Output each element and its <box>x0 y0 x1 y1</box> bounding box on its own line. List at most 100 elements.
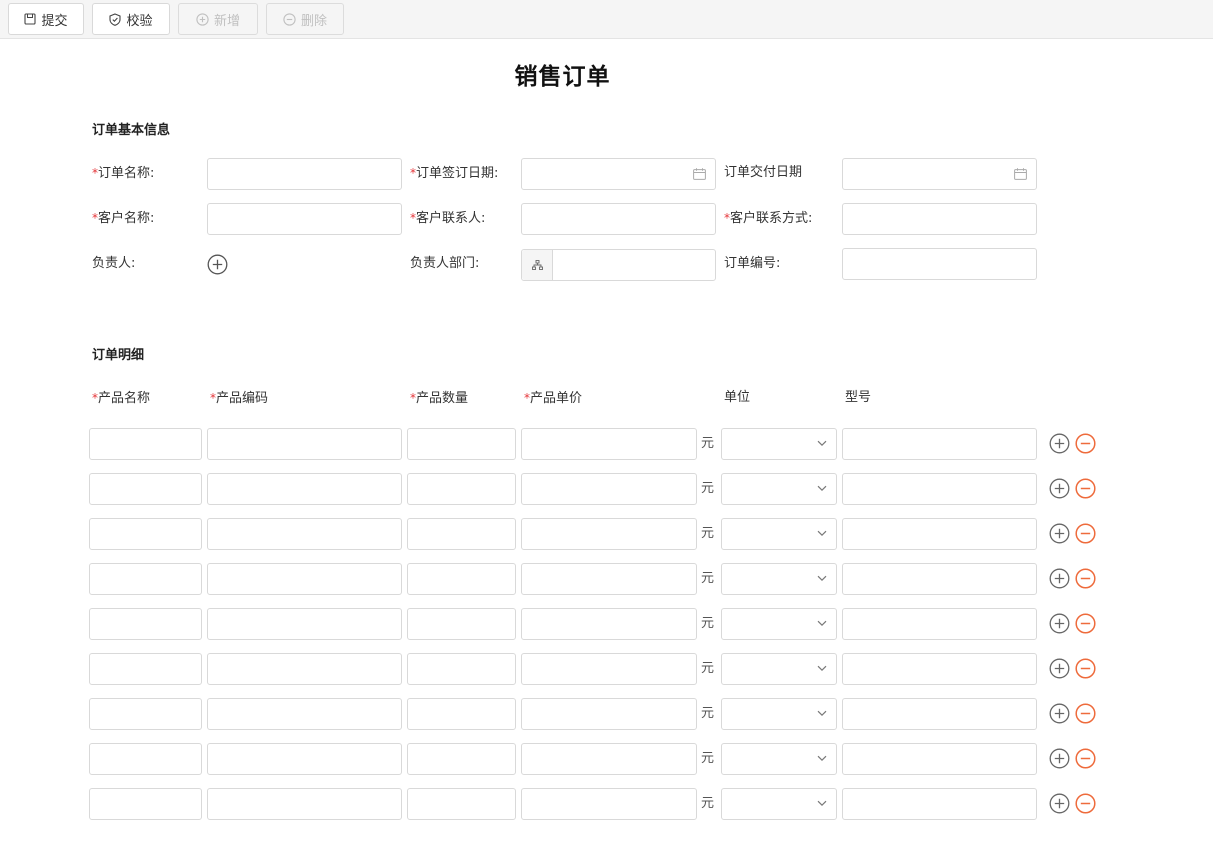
unit-select[interactable] <box>721 608 837 640</box>
quantity-input[interactable] <box>407 698 516 730</box>
add-row-icon[interactable] <box>1049 523 1070 544</box>
submit-button[interactable]: 提交 <box>8 3 84 35</box>
unit-price-input[interactable] <box>521 653 697 685</box>
chevron-down-icon <box>817 530 827 537</box>
quantity-input[interactable] <box>407 608 516 640</box>
model-input[interactable] <box>842 653 1037 685</box>
add-row-icon[interactable] <box>1049 748 1070 769</box>
delete-button[interactable]: 删除 <box>266 3 344 35</box>
product-name-input[interactable] <box>89 518 202 550</box>
unit-select[interactable] <box>721 788 837 820</box>
verify-button[interactable]: 校验 <box>92 3 170 35</box>
add-row-icon[interactable] <box>1049 703 1070 724</box>
product-name-input[interactable] <box>89 698 202 730</box>
add-row-icon[interactable] <box>1049 793 1070 814</box>
quantity-input[interactable] <box>407 428 516 460</box>
quantity-input[interactable] <box>407 653 516 685</box>
unit-select[interactable] <box>721 743 837 775</box>
add-row-icon[interactable] <box>1049 568 1070 589</box>
quantity-input[interactable] <box>407 473 516 505</box>
product-code-input[interactable] <box>207 608 402 640</box>
product-code-input[interactable] <box>207 788 402 820</box>
currency-label: 元 <box>701 706 715 721</box>
delivery-date-picker[interactable] <box>842 158 1037 190</box>
org-chart-icon[interactable] <box>522 250 553 280</box>
product-code-input[interactable] <box>207 653 402 685</box>
order-no-input[interactable] <box>842 248 1037 280</box>
remove-row-icon[interactable] <box>1075 748 1096 769</box>
remove-row-icon[interactable] <box>1075 568 1096 589</box>
currency-label: 元 <box>701 616 715 631</box>
customer-contact-input[interactable] <box>521 203 716 235</box>
product-name-input[interactable] <box>89 608 202 640</box>
remove-row-icon[interactable] <box>1075 433 1096 454</box>
unit-select[interactable] <box>721 518 837 550</box>
model-input[interactable] <box>842 428 1037 460</box>
remove-row-icon[interactable] <box>1075 478 1096 499</box>
delivery-date-label: 订单交付日期 <box>724 165 803 180</box>
col-unit-price: *产品单价 <box>524 391 583 406</box>
product-name-input[interactable] <box>89 428 202 460</box>
model-input[interactable] <box>842 518 1037 550</box>
chevron-down-icon <box>817 440 827 447</box>
basic-info-heading: 订单基本信息 <box>92 123 171 138</box>
order-name-label: *订单名称: <box>92 166 155 181</box>
quantity-input[interactable] <box>407 788 516 820</box>
remove-row-icon[interactable] <box>1075 658 1096 679</box>
model-input[interactable] <box>842 473 1037 505</box>
unit-price-input[interactable] <box>521 428 697 460</box>
remove-row-icon[interactable] <box>1075 613 1096 634</box>
col-product-code: *产品编码 <box>210 391 269 406</box>
product-code-input[interactable] <box>207 698 402 730</box>
unit-price-input[interactable] <box>521 608 697 640</box>
sign-date-label: *订单签订日期: <box>410 166 499 181</box>
model-input[interactable] <box>842 743 1037 775</box>
customer-name-input[interactable] <box>207 203 402 235</box>
customer-phone-input[interactable] <box>842 203 1037 235</box>
product-name-input[interactable] <box>89 563 202 595</box>
model-input[interactable] <box>842 788 1037 820</box>
verify-label: 校验 <box>126 13 153 29</box>
add-row-icon[interactable] <box>1049 613 1070 634</box>
product-name-input[interactable] <box>89 473 202 505</box>
quantity-input[interactable] <box>407 563 516 595</box>
product-code-input[interactable] <box>207 518 402 550</box>
quantity-input[interactable] <box>407 743 516 775</box>
remove-row-icon[interactable] <box>1075 793 1096 814</box>
add-button[interactable]: 新增 <box>178 3 258 35</box>
unit-select[interactable] <box>721 653 837 685</box>
owner-dept-input[interactable] <box>521 249 716 281</box>
quantity-input[interactable] <box>407 518 516 550</box>
product-name-input[interactable] <box>89 653 202 685</box>
product-code-input[interactable] <box>207 743 402 775</box>
unit-price-input[interactable] <box>521 743 697 775</box>
chevron-down-icon <box>817 620 827 627</box>
sign-date-picker[interactable] <box>521 158 716 190</box>
remove-row-icon[interactable] <box>1075 703 1096 724</box>
unit-select[interactable] <box>721 473 837 505</box>
unit-price-input[interactable] <box>521 518 697 550</box>
unit-price-input[interactable] <box>521 473 697 505</box>
add-row-icon[interactable] <box>1049 478 1070 499</box>
product-name-input[interactable] <box>89 743 202 775</box>
unit-select[interactable] <box>721 563 837 595</box>
product-code-input[interactable] <box>207 473 402 505</box>
order-name-input[interactable] <box>207 158 402 190</box>
product-code-input[interactable] <box>207 428 402 460</box>
model-input[interactable] <box>842 608 1037 640</box>
add-row-icon[interactable] <box>1049 433 1070 454</box>
product-name-input[interactable] <box>89 788 202 820</box>
remove-row-icon[interactable] <box>1075 523 1096 544</box>
product-code-input[interactable] <box>207 563 402 595</box>
model-input[interactable] <box>842 563 1037 595</box>
unit-select[interactable] <box>721 698 837 730</box>
unit-select[interactable] <box>721 428 837 460</box>
model-input[interactable] <box>842 698 1037 730</box>
currency-label: 元 <box>701 436 715 451</box>
col-unit: 单位 <box>724 390 751 405</box>
unit-price-input[interactable] <box>521 563 697 595</box>
unit-price-input[interactable] <box>521 698 697 730</box>
add-owner-icon[interactable] <box>207 254 228 275</box>
unit-price-input[interactable] <box>521 788 697 820</box>
add-row-icon[interactable] <box>1049 658 1070 679</box>
